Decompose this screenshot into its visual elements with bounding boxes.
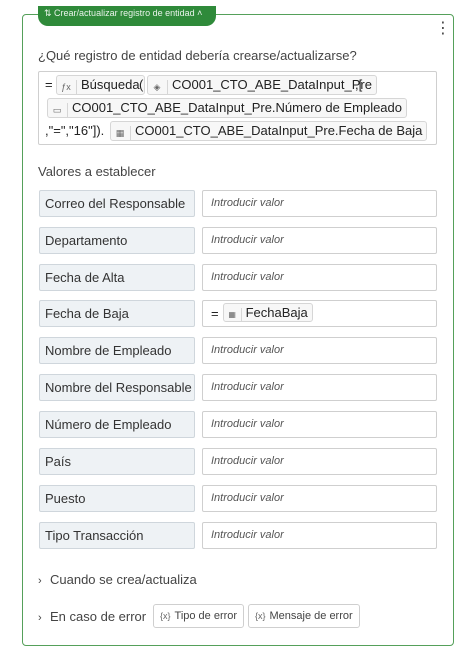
formula-equals: = — [45, 77, 53, 92]
value-equals: = — [211, 306, 219, 321]
formula-function-chip[interactable]: ƒx Búsqueda — [56, 75, 145, 95]
field-input-fecha-baja[interactable]: = ▦ FechaBaja — [202, 300, 437, 327]
on-create-section-toggle[interactable]: › Cuando se crea/actualiza — [38, 572, 197, 587]
formula-open-paren: ( — [139, 77, 144, 92]
formula-args: ,"=","16"]). — [45, 123, 105, 138]
field-input-pais[interactable]: Introducir valor — [202, 448, 437, 475]
formula-date-chip[interactable]: ▦ CO001_CTO_ABE_DataInput_Pre.Fecha de Ba… — [110, 121, 428, 141]
field-icon: ▭ — [50, 103, 68, 117]
card-title: Crear/actualizar registro de entidad — [54, 8, 195, 18]
formula-table-name: CO001_CTO_ABE_DataInput_Pre — [172, 77, 372, 92]
header-icon: ⇅ — [44, 8, 55, 18]
field-label-fecha-baja: Fecha de Baja — [39, 300, 195, 327]
card-header-tab: ⇅ Crear/actualizar registro de entidad ˄ — [38, 6, 216, 26]
error-type-variable[interactable]: {x} Tipo de error — [153, 604, 245, 628]
field-input-tipo-transaccion[interactable]: Introducir valor — [202, 522, 437, 549]
field-label-correo-responsable: Correo del Responsable — [39, 190, 195, 217]
more-vertical-icon[interactable]: ⋮ — [435, 20, 451, 38]
table-icon: ◈ — [150, 80, 168, 94]
field-label-fecha-alta: Fecha de Alta — [39, 264, 195, 291]
on-create-label: Cuando se crea/actualiza — [50, 572, 197, 587]
value-chip[interactable]: ▦ FechaBaja — [222, 303, 313, 322]
chevron-right-icon: › — [38, 575, 42, 587]
field-input-puesto[interactable]: Introducir valor — [202, 485, 437, 512]
field-input-nombre-empleado[interactable]: Introducir valor — [202, 337, 437, 364]
entity-question-label: ¿Qué registro de entidad debería crearse… — [38, 48, 357, 63]
field-label-departamento: Departamento — [39, 227, 195, 254]
formula-comma-bracket: ,[ — [355, 77, 363, 92]
fx-icon: ƒx — [59, 80, 77, 94]
variable-icon: {x} — [160, 611, 171, 621]
formula-date-name: CO001_CTO_ABE_DataInput_Pre.Fecha de Baj… — [135, 123, 423, 138]
error-type-label: Tipo de error — [174, 610, 238, 622]
formula-table-chip[interactable]: ◈ CO001_CTO_ABE_DataInput_Pre — [147, 75, 377, 95]
variable-icon: {x} — [255, 611, 266, 621]
field-input-correo-responsable[interactable]: Introducir valor — [202, 190, 437, 217]
values-heading: Valores a establecer — [38, 164, 156, 179]
error-message-label: Mensaje de error — [269, 610, 353, 622]
field-label-pais: País — [39, 448, 195, 475]
formula-function-name: Búsqueda — [81, 77, 140, 92]
field-input-departamento[interactable]: Introducir valor — [202, 227, 437, 254]
calendar-icon: ▦ — [113, 126, 131, 140]
formula-field-chip[interactable]: ▭ CO001_CTO_ABE_DataInput_Pre.Número de E… — [47, 98, 408, 118]
chevron-right-icon: › — [38, 612, 42, 624]
on-error-section-toggle[interactable]: › En caso de error — [38, 609, 146, 624]
field-input-fecha-alta[interactable]: Introducir valor — [202, 264, 437, 291]
field-label-puesto: Puesto — [39, 485, 195, 512]
error-message-variable[interactable]: {x} Mensaje de error — [248, 604, 360, 628]
field-label-tipo-transaccion: Tipo Transacción — [39, 522, 195, 549]
field-label-nombre-responsable: Nombre del Responsable — [39, 374, 195, 401]
field-input-numero-empleado[interactable]: Introducir valor — [202, 411, 437, 438]
field-label-nombre-empleado: Nombre de Empleado — [39, 337, 195, 364]
formula-field-name: CO001_CTO_ABE_DataInput_Pre.Número de Em… — [72, 100, 403, 115]
value-text: FechaBaja — [245, 305, 308, 320]
field-label-numero-empleado: Número de Empleado — [39, 411, 195, 438]
on-error-label: En caso de error — [50, 609, 147, 624]
calendar-icon: ▦ — [226, 308, 242, 321]
chevron-up-icon[interactable]: ˄ — [195, 8, 202, 18]
field-input-nombre-responsable[interactable]: Introducir valor — [202, 374, 437, 401]
